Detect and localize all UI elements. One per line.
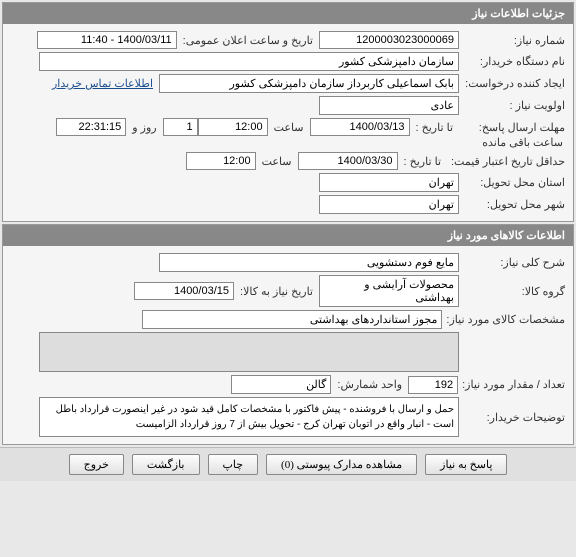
remaining-label: ساعت باقی مانده xyxy=(476,136,569,149)
priority-label: اولویت نیاز : xyxy=(459,99,569,112)
unit-value: گالن xyxy=(231,375,331,394)
products-area xyxy=(39,332,459,372)
qty-label: تعداد / مقدار مورد نیاز: xyxy=(458,378,569,391)
requester-value: بابک اسماعیلی کاربرداز سازمان دامپزشکی ک… xyxy=(159,74,459,93)
delivery-province-value: تهران xyxy=(319,173,459,192)
delivery-city-value: تهران xyxy=(319,195,459,214)
need-number-label: شماره نیاز: xyxy=(459,34,569,47)
buyer-notes-label: توضیحات خریدار: xyxy=(459,411,569,424)
time-label-2: ساعت xyxy=(256,155,298,168)
buyer-notes-value: حمل و ارسال با فروشنده - پیش فاکتور با م… xyxy=(39,397,459,437)
priority-value: عادی xyxy=(319,96,459,115)
reply-deadline-label: مهلت ارسال پاسخ: xyxy=(459,121,569,134)
need-by-date-value: 1400/03/15 xyxy=(134,282,234,300)
section2-header: اطلاعات کالاهای مورد نیاز xyxy=(3,225,573,246)
spec-label: مشخصات کالای مورد نیاز: xyxy=(442,313,569,326)
days-value: 1 xyxy=(163,118,198,136)
announce-datetime-label: تاریخ و ساعت اعلان عمومی: xyxy=(177,34,319,47)
product-group-value: محصولات آرایشی و بهداشتی xyxy=(319,275,459,307)
reply-to-date-value: 1400/03/13 xyxy=(310,118,410,136)
attachments-button[interactable]: مشاهده مدارک پیوستی (0) xyxy=(266,454,417,475)
credit-time-value: 12:00 xyxy=(186,152,256,170)
credit-min-label: حداقل تاریخ اعتبار قیمت: xyxy=(447,155,569,168)
reply-button[interactable]: پاسخ به نیاز xyxy=(425,454,507,475)
credit-to-date-value: 1400/03/30 xyxy=(298,152,398,170)
buyer-org-value: سازمان دامپزشکی کشور xyxy=(39,52,459,71)
delivery-province-label: استان محل تحویل: xyxy=(459,176,569,189)
products-section: اطلاعات کالاهای مورد نیاز شرح کلی نیاز: … xyxy=(2,224,574,445)
delivery-city-label: شهر محل تحویل: xyxy=(459,198,569,211)
print-button[interactable]: چاپ xyxy=(208,454,259,475)
need-by-date-label: تاریخ نیاز به کالا: xyxy=(234,285,319,298)
action-buttons-row: پاسخ به نیاز مشاهده مدارک پیوستی (0) چاپ… xyxy=(0,447,576,481)
qty-value: 192 xyxy=(408,376,458,394)
main-desc-value: مایع فوم دستشویی xyxy=(159,253,459,272)
product-group-label: گروه کالا: xyxy=(459,285,569,298)
main-desc-label: شرح کلی نیاز: xyxy=(459,256,569,269)
days-label: روز و xyxy=(126,121,162,134)
time-label-1: ساعت xyxy=(268,121,310,134)
to-date-label-1: تا تاریخ : xyxy=(410,121,459,134)
contact-info-link[interactable]: اطلاعات تماس خریدار xyxy=(46,77,159,90)
back-button[interactable]: بازگشت xyxy=(132,454,200,475)
exit-button[interactable]: خروج xyxy=(69,454,124,475)
need-number-value: 1200003023000069 xyxy=(319,31,459,49)
reply-time-value: 12:00 xyxy=(198,118,268,136)
remaining-time-value: 22:31:15 xyxy=(56,118,126,136)
announce-datetime-value: 1400/03/11 - 11:40 xyxy=(37,31,177,49)
section1-header: جزئیات اطلاعات نیاز xyxy=(3,3,573,24)
to-date-label-2: تا تاریخ : xyxy=(398,155,447,168)
unit-label: واحد شمارش: xyxy=(331,378,408,391)
requester-label: ایجاد کننده درخواست: xyxy=(459,77,569,90)
need-details-section: جزئیات اطلاعات نیاز شماره نیاز: 12000030… xyxy=(2,2,574,222)
buyer-org-label: نام دستگاه خریدار: xyxy=(459,55,569,68)
spec-value: مجوز استانداردهای بهداشتی xyxy=(142,310,442,329)
